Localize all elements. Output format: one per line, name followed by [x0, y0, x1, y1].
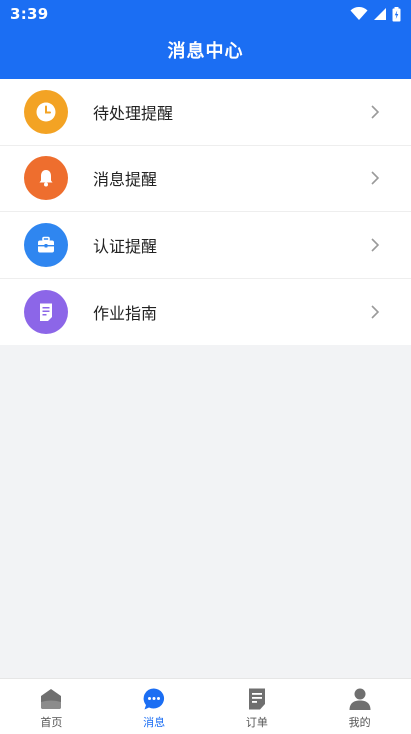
- clock-icon: [24, 89, 68, 134]
- list-item-label: 待处理提醒: [93, 103, 174, 123]
- tab-label: 我的: [348, 716, 371, 729]
- battery-icon: [392, 6, 401, 21]
- signal-icon: [374, 8, 386, 20]
- list-item-message-reminder[interactable]: 消息提醒: [0, 146, 411, 212]
- tab-label: 首页: [40, 716, 63, 729]
- chevron-right-icon: [371, 305, 380, 319]
- chat-bubble-icon: [143, 688, 165, 710]
- list-item-label: 消息提醒: [93, 170, 158, 190]
- list-item-pending-reminder[interactable]: 待处理提醒: [0, 79, 411, 146]
- status-icons: [350, 6, 401, 22]
- tab-label: 订单: [245, 716, 268, 729]
- wifi-icon: [350, 7, 368, 20]
- list-item-certification-reminder[interactable]: 认证提醒: [0, 212, 411, 279]
- list-item-label: 认证提醒: [93, 236, 158, 256]
- order-document-icon: [248, 688, 265, 710]
- briefcase-icon: [24, 222, 68, 267]
- app-header: 3:39 消息中心: [0, 0, 411, 79]
- chevron-right-icon: [371, 105, 380, 119]
- message-list: 待处理提醒 消息提醒 认证提醒 作业指南: [0, 79, 411, 345]
- tab-messages[interactable]: 消息: [103, 679, 206, 734]
- user-icon: [349, 688, 371, 710]
- bottom-tab-bar: 首页 消息 订单 我的: [0, 678, 411, 734]
- list-item-label: 作业指南: [93, 303, 158, 323]
- home-icon: [41, 689, 62, 709]
- bell-icon: [24, 156, 68, 201]
- tab-orders[interactable]: 订单: [206, 679, 309, 734]
- document-icon: [24, 289, 68, 334]
- tab-profile[interactable]: 我的: [308, 679, 411, 734]
- tab-label: 消息: [143, 716, 166, 729]
- chevron-right-icon: [371, 171, 380, 185]
- status-time: 3:39: [10, 5, 49, 23]
- tab-home[interactable]: 首页: [0, 679, 103, 734]
- page-title: 消息中心: [167, 41, 244, 62]
- list-item-work-guide[interactable]: 作业指南: [0, 279, 411, 346]
- chevron-right-icon: [371, 238, 380, 252]
- status-bar: 3:39: [0, 0, 411, 28]
